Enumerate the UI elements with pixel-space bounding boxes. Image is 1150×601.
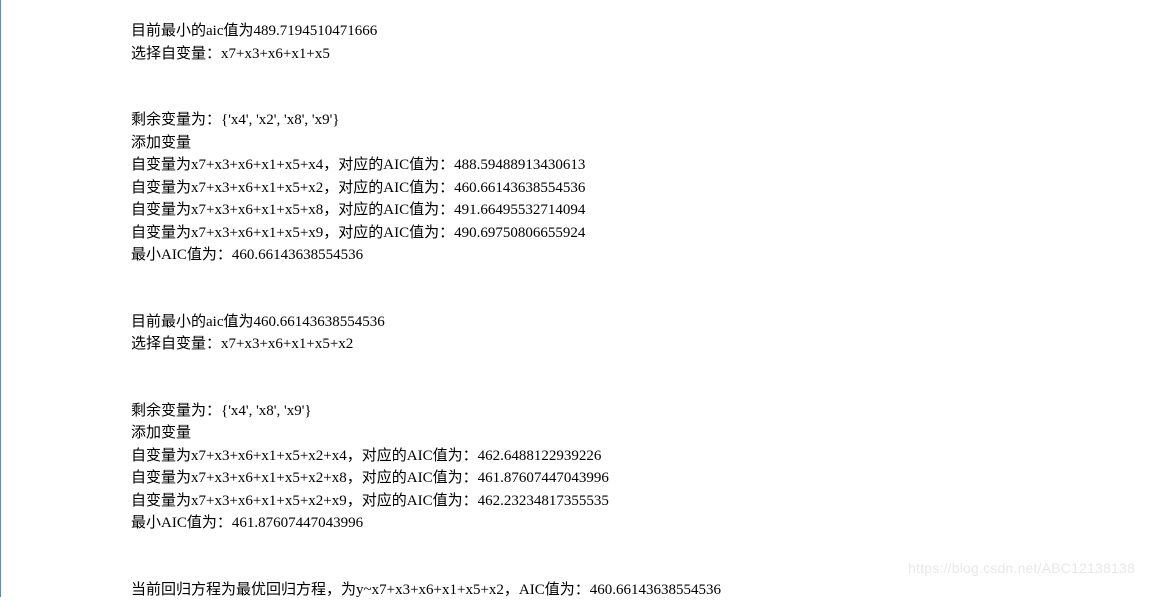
- add-var-header-2: 添加变量: [131, 422, 1150, 445]
- watermark-text: https://blog.csdn.net/ABC12138138: [908, 558, 1135, 579]
- remaining-vars-1: 剩余变量为：{'x4', 'x2', 'x8', 'x9'}: [131, 109, 1150, 132]
- add-var-header-1: 添加变量: [131, 132, 1150, 155]
- current-min-aic-1: 目前最小的aic值为489.7194510471666: [131, 20, 1150, 43]
- min-aic-summary-1: 最小AIC值为：460.66143638554536: [131, 244, 1150, 267]
- candidate-aic-line: 自变量为x7+x3+x6+x1+x5+x4，对应的AIC值为：488.59488…: [131, 154, 1150, 177]
- current-min-aic-2: 目前最小的aic值为460.66143638554536: [131, 311, 1150, 334]
- candidate-aic-line: 自变量为x7+x3+x6+x1+x5+x2+x4，对应的AIC值为：462.64…: [131, 445, 1150, 468]
- candidate-aic-line: 自变量为x7+x3+x6+x1+x5+x8，对应的AIC值为：491.66495…: [131, 199, 1150, 222]
- candidate-aic-line: 自变量为x7+x3+x6+x1+x5+x2+x8，对应的AIC值为：461.87…: [131, 467, 1150, 490]
- spacer: [131, 267, 1150, 311]
- optimal-regression-conclusion: 当前回归方程为最优回归方程，为y~x7+x3+x6+x1+x5+x2，AIC值为…: [131, 579, 1150, 601]
- selected-vars-1: 选择自变量：x7+x3+x6+x1+x5: [131, 43, 1150, 66]
- spacer: [131, 356, 1150, 400]
- selected-vars-2: 选择自变量：x7+x3+x6+x1+x5+x2: [131, 333, 1150, 356]
- spacer: [131, 65, 1150, 109]
- candidate-aic-line: 自变量为x7+x3+x6+x1+x5+x2，对应的AIC值为：460.66143…: [131, 177, 1150, 200]
- remaining-vars-2: 剩余变量为：{'x4', 'x8', 'x9'}: [131, 400, 1150, 423]
- candidate-aic-line: 自变量为x7+x3+x6+x1+x5+x2+x9，对应的AIC值为：462.23…: [131, 490, 1150, 513]
- min-aic-summary-2: 最小AIC值为：461.87607447043996: [131, 512, 1150, 535]
- candidate-aic-line: 自变量为x7+x3+x6+x1+x5+x9，对应的AIC值为：490.69750…: [131, 222, 1150, 245]
